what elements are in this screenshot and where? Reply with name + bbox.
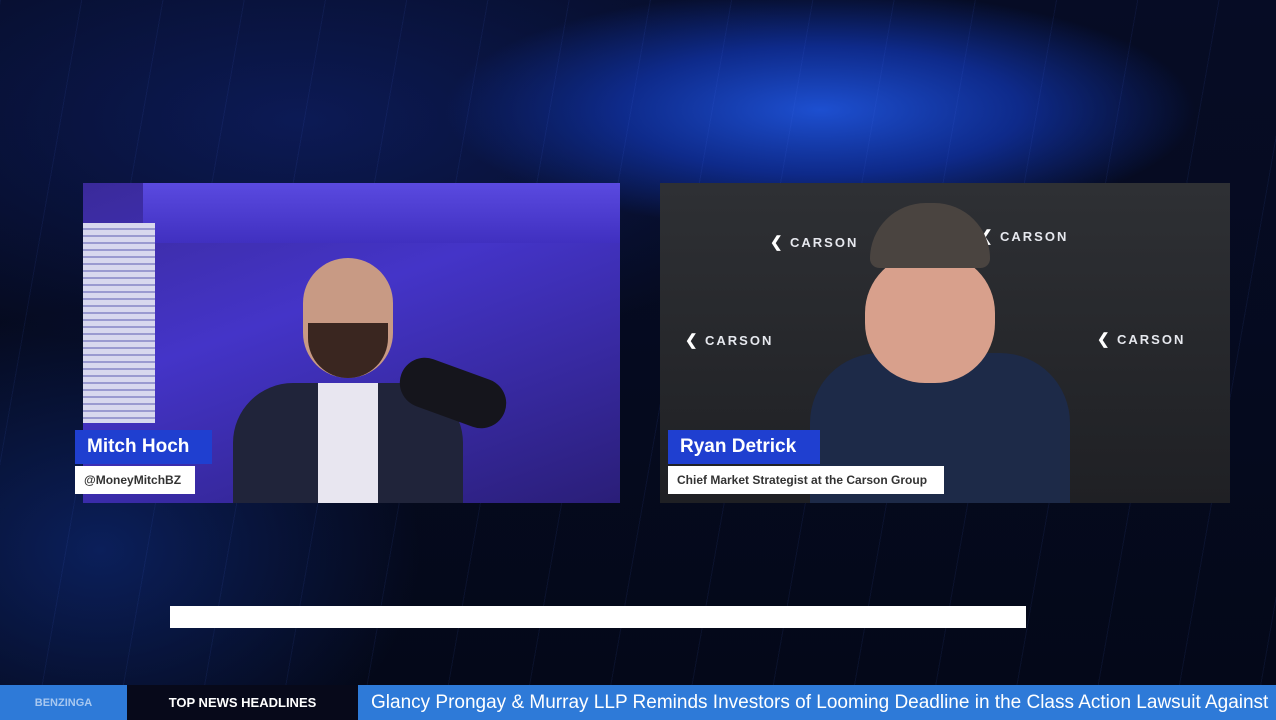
host-name-tag: Mitch Hoch: [75, 430, 212, 464]
guest-title: Chief Market Strategist at the Carson Gr…: [668, 466, 944, 494]
host-handle: @MoneyMitchBZ: [75, 466, 195, 494]
lower-third-bar: [170, 606, 1026, 628]
carson-logo: ❮ CARSON: [685, 332, 774, 349]
guest-name-tag: Ryan Detrick: [668, 430, 820, 464]
ticker-label: TOP NEWS HEADLINES: [127, 685, 358, 720]
news-ticker: BENZINGA TOP NEWS HEADLINES Glancy Prong…: [0, 685, 1276, 720]
carson-logo: ❮ CARSON: [1097, 331, 1186, 348]
ticker-brand: BENZINGA: [0, 685, 127, 720]
window-blind: [83, 223, 155, 423]
ticker-headline: Glancy Prongay & Murray LLP Reminds Inve…: [358, 685, 1276, 720]
guest-person: [790, 203, 1090, 503]
